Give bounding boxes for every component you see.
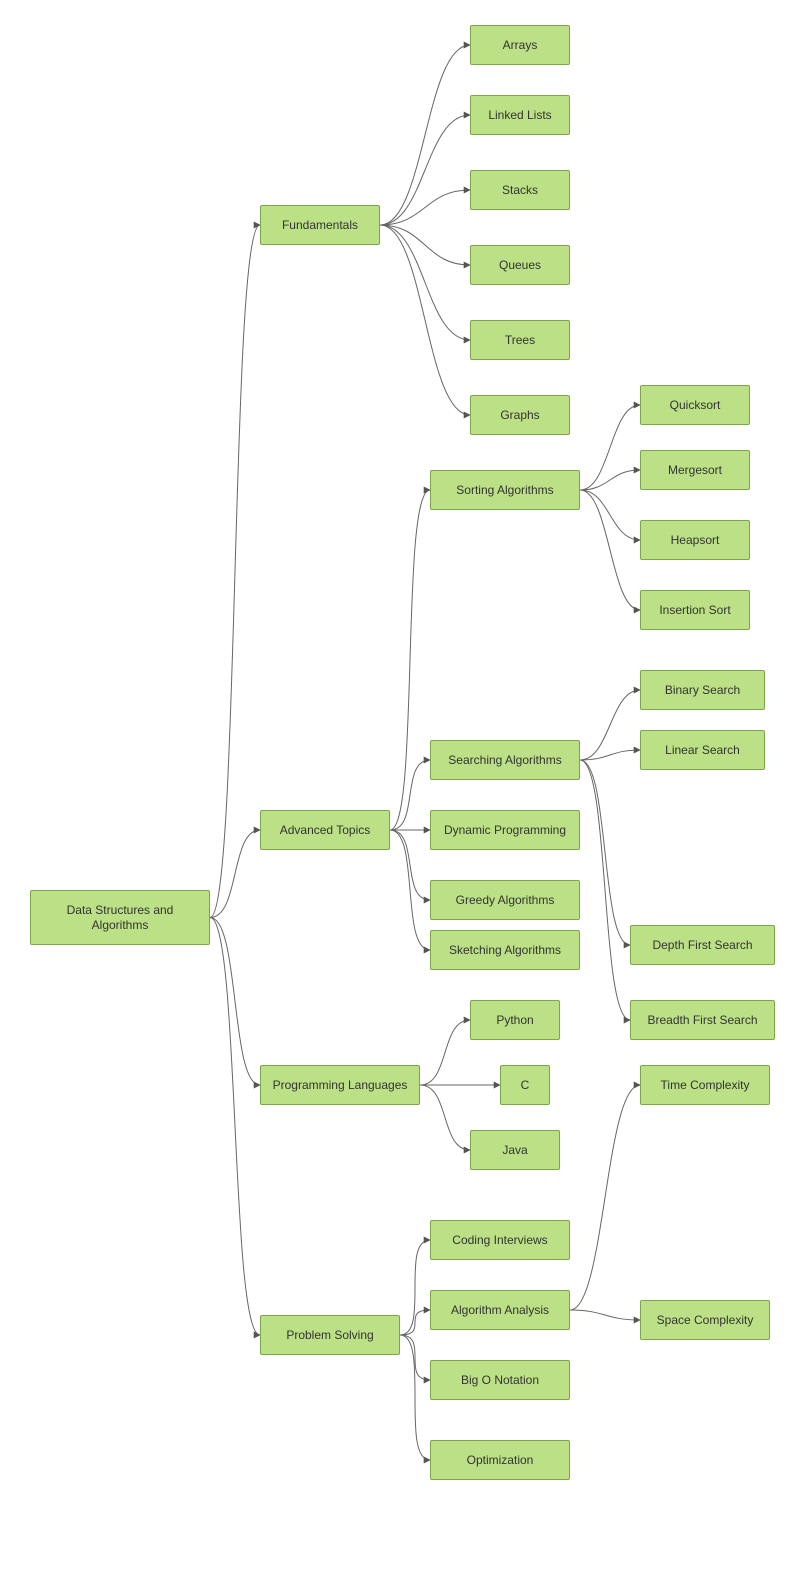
node-fund: Fundamentals: [260, 205, 380, 245]
edge-fund-to-linked: [380, 115, 470, 225]
edge-adv-to-greedy: [390, 830, 430, 900]
node-sketching: Sketching Algorithms: [430, 930, 580, 970]
node-bfs: Breadth First Search: [630, 1000, 775, 1040]
node-sorting: Sorting Algorithms: [430, 470, 580, 510]
node-root: Data Structures and Algorithms: [30, 890, 210, 945]
edge-proglang-to-python: [420, 1020, 470, 1085]
edge-fund-to-arrays: [380, 45, 470, 225]
edge-fund-to-queues: [380, 225, 470, 265]
edge-root-to-fund: [210, 225, 260, 918]
node-dynprog: Dynamic Programming: [430, 810, 580, 850]
edge-searching-to-bfs: [580, 760, 630, 1020]
node-adv: Advanced Topics: [260, 810, 390, 850]
edge-fund-to-trees: [380, 225, 470, 340]
edge-adv-to-sorting: [390, 490, 430, 830]
node-greedy: Greedy Algorithms: [430, 880, 580, 920]
node-graphs: Graphs: [470, 395, 570, 435]
node-c: C: [500, 1065, 550, 1105]
edge-analysis-to-spacec: [570, 1310, 640, 1320]
edge-adv-to-searching: [390, 760, 430, 830]
edge-problem-to-bigo: [400, 1335, 430, 1380]
edge-problem-to-coding: [400, 1240, 430, 1335]
node-mergesort: Mergesort: [640, 450, 750, 490]
edge-analysis-to-timec: [570, 1085, 640, 1310]
node-trees: Trees: [470, 320, 570, 360]
node-linear: Linear Search: [640, 730, 765, 770]
node-analysis: Algorithm Analysis: [430, 1290, 570, 1330]
node-bigo: Big O Notation: [430, 1360, 570, 1400]
node-insertion: Insertion Sort: [640, 590, 750, 630]
edge-fund-to-stacks: [380, 190, 470, 225]
node-linked: Linked Lists: [470, 95, 570, 135]
node-spacec: Space Complexity: [640, 1300, 770, 1340]
edge-sorting-to-heapsort: [580, 490, 640, 540]
edge-searching-to-dfs: [580, 760, 630, 945]
node-queues: Queues: [470, 245, 570, 285]
node-arrays: Arrays: [470, 25, 570, 65]
node-python: Python: [470, 1000, 560, 1040]
node-timec: Time Complexity: [640, 1065, 770, 1105]
edge-sorting-to-insertion: [580, 490, 640, 610]
node-opt: Optimization: [430, 1440, 570, 1480]
node-coding: Coding Interviews: [430, 1220, 570, 1260]
node-searching: Searching Algorithms: [430, 740, 580, 780]
node-proglang: Programming Languages: [260, 1065, 420, 1105]
edge-proglang-to-java: [420, 1085, 470, 1150]
edge-problem-to-analysis: [400, 1310, 430, 1335]
edge-root-to-proglang: [210, 918, 260, 1086]
node-binary: Binary Search: [640, 670, 765, 710]
edge-root-to-adv: [210, 830, 260, 918]
node-heapsort: Heapsort: [640, 520, 750, 560]
edge-searching-to-binary: [580, 690, 640, 760]
edge-adv-to-sketching: [390, 830, 430, 950]
node-quicksort: Quicksort: [640, 385, 750, 425]
edge-sorting-to-mergesort: [580, 470, 640, 490]
edge-fund-to-graphs: [380, 225, 470, 415]
edge-root-to-problem: [210, 918, 260, 1336]
edge-problem-to-opt: [400, 1335, 430, 1460]
edge-sorting-to-quicksort: [580, 405, 640, 490]
node-java: Java: [470, 1130, 560, 1170]
edge-searching-to-linear: [580, 750, 640, 760]
node-problem: Problem Solving: [260, 1315, 400, 1355]
node-dfs: Depth First Search: [630, 925, 775, 965]
node-stacks: Stacks: [470, 170, 570, 210]
